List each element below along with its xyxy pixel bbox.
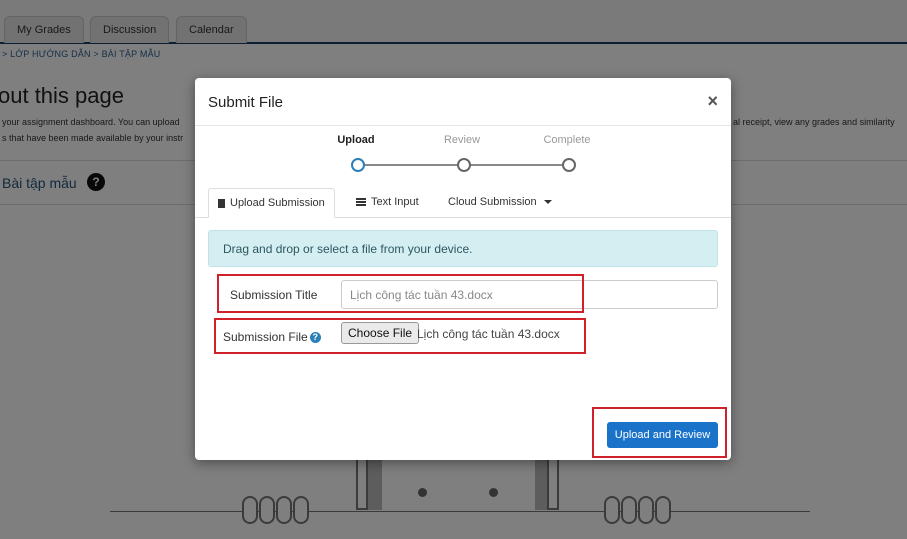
step-review-label: Review <box>443 134 481 146</box>
tab-upload-submission[interactable]: Upload Submission <box>208 188 335 218</box>
submission-title-label: Submission Title <box>230 288 318 302</box>
submission-tabs: Upload Submission Text Input Cloud Submi… <box>195 188 731 218</box>
tab-cloud-submission[interactable]: Cloud Submission <box>439 188 561 217</box>
step-upload-dot <box>351 158 365 172</box>
tab-label: Cloud Submission <box>448 196 537 208</box>
file-icon <box>218 198 225 208</box>
step-review-dot <box>457 158 471 172</box>
tab-text-input[interactable]: Text Input <box>347 188 428 217</box>
dialog-title: Submit File <box>208 94 284 111</box>
help-icon[interactable]: ? <box>309 332 321 344</box>
selected-file-name: Lịch công tác tuần 43.docx <box>417 327 560 341</box>
tab-label: Text Input <box>371 196 419 208</box>
dialog-header-divider <box>195 125 731 126</box>
caret-down-icon <box>543 200 552 205</box>
submission-file-label-text: Submission File <box>223 330 308 344</box>
tab-label: Upload Submission <box>230 197 325 209</box>
submit-file-dialog: Submit File × Upload Review Complete Upl… <box>195 78 731 460</box>
step-complete-label: Complete <box>543 134 591 146</box>
submission-file-label: Submission File? <box>223 330 321 344</box>
close-icon[interactable]: × <box>707 92 718 110</box>
choose-file-button[interactable]: Choose File <box>341 322 420 344</box>
text-lines-icon <box>356 198 366 207</box>
upload-and-review-button[interactable]: Upload and Review <box>607 422 718 448</box>
step-complete-dot <box>562 158 576 172</box>
submission-title-input[interactable] <box>341 280 718 309</box>
step-connector <box>362 164 459 166</box>
step-upload-label: Upload <box>337 134 375 146</box>
step-connector <box>468 164 564 166</box>
drag-drop-info[interactable]: Drag and drop or select a file from your… <box>208 230 718 267</box>
